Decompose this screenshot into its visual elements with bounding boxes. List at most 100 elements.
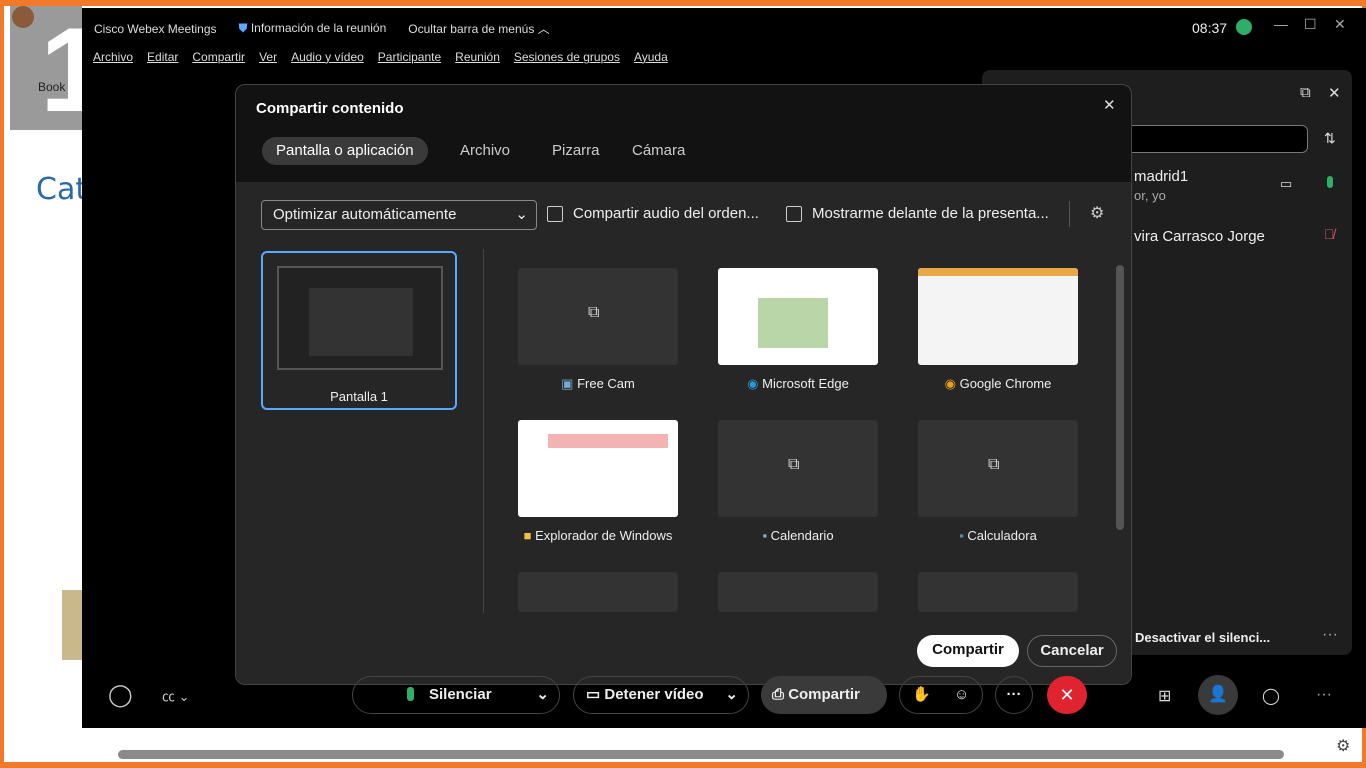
chevron-down-icon: ⌄: [515, 206, 528, 223]
gear-icon[interactable]: ⚙: [1090, 203, 1104, 223]
screen-thumbnail: [277, 266, 443, 370]
unmute-all-button[interactable]: Desactivar el silenci...: [1135, 630, 1270, 645]
dialog-title: Compartir contenido: [256, 100, 404, 117]
background-text: Cat: [36, 172, 88, 207]
close-window-button[interactable]: ✕: [1334, 16, 1346, 33]
leave-meeting-button[interactable]: ✕: [1047, 676, 1087, 714]
sort-icon[interactable]: ⇅: [1324, 130, 1336, 147]
share-toolbar-button[interactable]: ⎙ Compartir: [761, 676, 887, 714]
menu-reunion[interactable]: Reunión: [455, 50, 500, 64]
menu-sesiones[interactable]: Sesiones de grupos: [514, 50, 620, 64]
mic-muted-icon[interactable]: 🎙̸: [1324, 226, 1335, 242]
close-panel-icon[interactable]: ✕: [1328, 84, 1341, 102]
calendar-icon: ▪: [762, 528, 768, 543]
app-label: Microsoft Edge: [762, 376, 849, 391]
thumbnail-content: [548, 434, 668, 448]
video-icon[interactable]: ▭: [1280, 176, 1292, 192]
participant-name: vira Carrasco Jorge: [1134, 228, 1265, 245]
close-dialog-icon[interactable]: ✕: [1103, 96, 1116, 114]
app-label: Calculadora: [967, 528, 1037, 543]
mute-button[interactable]: Silenciar ⌄: [352, 676, 560, 714]
app-label: Calendario: [770, 528, 834, 543]
reactions-group: ✋ ☺: [899, 676, 983, 714]
menu-archivo[interactable]: Archivo: [93, 50, 133, 64]
thumbnail-content: [758, 298, 828, 348]
participants-button[interactable]: 👤: [1198, 675, 1238, 715]
maximize-button[interactable]: ☐: [1304, 16, 1317, 33]
mic-icon: [407, 687, 414, 701]
participant-role: or, yo: [1134, 188, 1166, 203]
thumbnail-content: [309, 288, 413, 356]
tab-screen-app[interactable]: Pantalla o aplicación: [262, 137, 428, 165]
network-icon[interactable]: [1236, 19, 1252, 35]
app-option[interactable]: [718, 572, 878, 612]
divider: [483, 249, 484, 613]
tab-file[interactable]: Archivo: [446, 137, 524, 165]
more-options-button[interactable]: ···: [995, 676, 1033, 714]
app-label: Google Chrome: [959, 376, 1052, 391]
menu-compartir[interactable]: Compartir: [192, 50, 245, 64]
app-option-edge[interactable]: [718, 268, 878, 365]
menu-ver[interactable]: Ver: [259, 50, 277, 64]
share-button[interactable]: Compartir: [917, 635, 1019, 667]
share-audio-checkbox[interactable]: [547, 206, 563, 222]
cancel-button[interactable]: Cancelar: [1027, 635, 1117, 667]
share-window-icon: ⧉: [988, 456, 1000, 473]
show-me-checkbox[interactable]: [786, 206, 802, 222]
chevron-up-icon: ︿: [537, 22, 550, 36]
tab-camera[interactable]: Cámara: [618, 137, 699, 165]
chevron-down-icon[interactable]: ⌄: [725, 677, 738, 713]
vertical-scrollbar[interactable]: [1116, 265, 1124, 530]
app-label: Free Cam: [577, 376, 635, 391]
share-audio-label: Compartir audio del orden...: [573, 205, 759, 222]
screen-1-option[interactable]: Pantalla 1: [261, 251, 457, 410]
app-option[interactable]: [918, 572, 1078, 612]
app-title: Cisco Webex Meetings: [94, 21, 217, 36]
settings-gear-icon[interactable]: ⚙: [1336, 736, 1350, 756]
avatar: [12, 6, 34, 28]
popout-icon[interactable]: ⧉: [1300, 84, 1311, 101]
participant-search-input[interactable]: [1102, 125, 1308, 153]
status-icon[interactable]: ◯: [108, 682, 133, 708]
menu-audio-video[interactable]: Audio y vídeo: [291, 50, 364, 64]
app-option-calculator[interactable]: ⧉: [918, 420, 1078, 517]
app-option-free-cam[interactable]: ⧉: [518, 268, 678, 365]
raise-hand-icon[interactable]: ✋: [912, 677, 931, 713]
clock: 08:37: [1192, 20, 1228, 36]
app-option-chrome[interactable]: [918, 268, 1078, 365]
captions-icon[interactable]: ㏄ ⌄: [162, 686, 190, 705]
menu-participante[interactable]: Participante: [378, 50, 441, 64]
horizontal-scrollbar[interactable]: [118, 750, 1284, 759]
video-icon: ▭: [586, 686, 601, 703]
menu-ayuda[interactable]: Ayuda: [634, 50, 668, 64]
reactions-icon[interactable]: ☺: [954, 677, 969, 713]
more-icon[interactable]: ···: [1322, 626, 1338, 644]
optimize-select[interactable]: Optimizar automáticamente ⌄: [261, 200, 537, 230]
app-option[interactable]: [518, 572, 678, 612]
more-icon[interactable]: ···: [1316, 686, 1332, 704]
chevron-down-icon[interactable]: ⌄: [536, 677, 549, 713]
thumbnail-content: [918, 268, 1078, 276]
stop-video-button[interactable]: ▭ Detener vídeo ⌄: [573, 676, 749, 714]
hide-menu-button[interactable]: Ocultar barra de menús ︿: [408, 20, 549, 37]
menu-editar[interactable]: Editar: [147, 50, 178, 64]
participant-name: madrid1: [1134, 168, 1189, 185]
share-icon: ⎙: [772, 686, 785, 703]
show-me-label: Mostrarme delante de la presenta...: [812, 205, 1049, 222]
share-content-dialog: Compartir contenido ✕ Pantalla o aplicac…: [235, 84, 1132, 685]
shield-icon: ⛊: [238, 21, 251, 35]
edge-icon: ◉: [747, 376, 759, 391]
mic-on-icon[interactable]: [1327, 176, 1333, 188]
calculator-icon: ▪: [959, 528, 964, 543]
minimize-button[interactable]: —: [1274, 16, 1288, 32]
chrome-icon: ◉: [944, 376, 956, 391]
apps-icon[interactable]: ⊞: [1158, 686, 1171, 706]
tab-whiteboard[interactable]: Pizarra: [538, 137, 614, 165]
app-option-explorer[interactable]: [518, 420, 678, 517]
background-shape: [62, 590, 82, 660]
app-option-calendar[interactable]: ⧉: [718, 420, 878, 517]
meeting-info-button[interactable]: ⛊ Información de la reunión: [239, 21, 387, 36]
divider: [1069, 201, 1070, 227]
chat-icon[interactable]: ◯: [1262, 686, 1280, 706]
freecam-icon: ▣: [561, 376, 574, 391]
